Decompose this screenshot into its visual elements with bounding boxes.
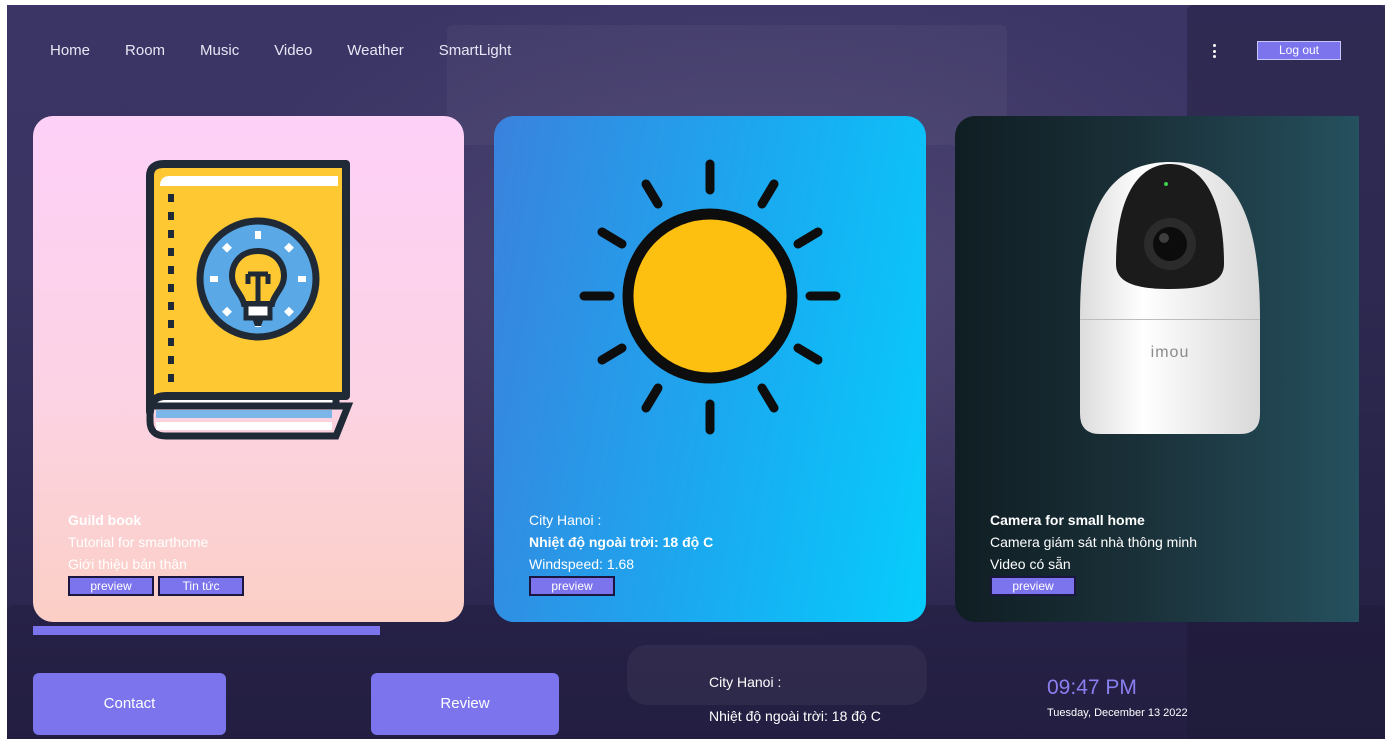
card-text: City Hanoi : Nhiệt độ ngoài trời: 18 độ …: [529, 509, 713, 596]
card-description: Giới thiệu bản thân: [68, 556, 187, 572]
nav-video[interactable]: Video: [274, 41, 312, 61]
card-text: Camera for small home Camera giám sát nh…: [990, 509, 1197, 596]
footer-weather-temp: Nhiệt độ ngoài trời: 18 độ C: [709, 708, 881, 724]
more-vertical-icon[interactable]: [1206, 41, 1222, 61]
preview-button[interactable]: preview: [529, 576, 615, 596]
nav-home[interactable]: Home: [50, 41, 90, 61]
carousel-progress-bar: [33, 626, 380, 635]
clock: 09:47 PM Tuesday, December 13 2022: [1047, 676, 1188, 719]
card-actions: preview Tin tức: [68, 576, 244, 596]
card-description: Video có sẵn: [990, 556, 1071, 572]
app-frame: Home Room Music Video Weather SmartLight…: [7, 5, 1385, 739]
card-actions: preview: [990, 576, 1197, 596]
review-button[interactable]: Review: [371, 673, 559, 735]
sun-icon: [579, 159, 841, 435]
preview-button[interactable]: preview: [990, 576, 1076, 596]
top-nav: Home Room Music Video Weather SmartLight: [50, 41, 511, 61]
card-subtitle: Camera giám sát nhà thông minh: [990, 534, 1197, 550]
clock-date: Tuesday, December 13 2022: [1047, 707, 1188, 719]
nav-weather[interactable]: Weather: [347, 41, 403, 61]
footer-weather: City Hanoi : Nhiệt độ ngoài trời: 18 độ …: [709, 673, 881, 725]
card-subtitle: Tutorial for smarthome: [68, 534, 209, 550]
security-camera-image: imou: [1080, 162, 1260, 434]
clock-time: 09:47 PM: [1047, 676, 1137, 699]
logout-button[interactable]: Log out: [1257, 41, 1341, 60]
nav-smartlight[interactable]: SmartLight: [439, 41, 512, 61]
camera-card: imou Camera for small home Camera giám s…: [955, 116, 1359, 622]
guide-book-card: Guild book Tutorial for smarthome Giới t…: [33, 116, 464, 622]
card-title: Camera for small home: [990, 512, 1145, 528]
nav-room[interactable]: Room: [125, 41, 165, 61]
preview-button[interactable]: preview: [68, 576, 154, 596]
card-temperature: Nhiệt độ ngoài trời: 18 độ C: [529, 534, 714, 550]
news-button[interactable]: Tin tức: [158, 576, 244, 596]
weather-card: City Hanoi : Nhiệt độ ngoài trời: 18 độ …: [494, 116, 926, 622]
card-title: City Hanoi :: [529, 512, 602, 528]
card-text: Guild book Tutorial for smarthome Giới t…: [68, 509, 244, 596]
card-title: Guild book: [68, 512, 142, 528]
nav-music[interactable]: Music: [200, 41, 239, 61]
book-lightbulb-icon: [146, 160, 354, 440]
contact-button[interactable]: Contact: [33, 673, 226, 735]
footer-weather-city: City Hanoi :: [709, 674, 782, 690]
camera-brand-label: imou: [1151, 344, 1190, 361]
card-actions: preview: [529, 576, 713, 596]
card-windspeed: Windspeed: 1.68: [529, 556, 635, 572]
